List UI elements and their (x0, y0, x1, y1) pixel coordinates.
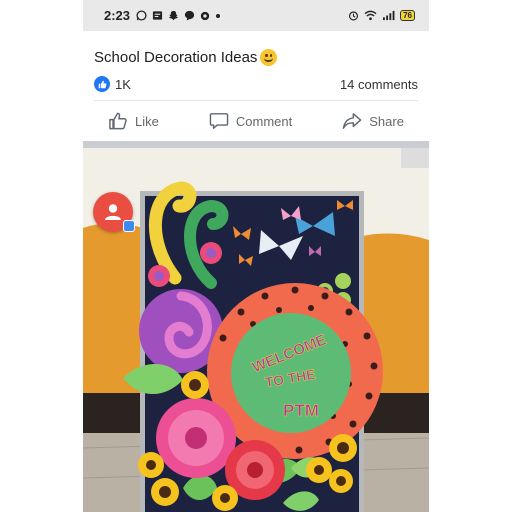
left-margin (0, 0, 83, 512)
like-label: Like (135, 113, 159, 129)
floating-account-avatar[interactable] (93, 192, 135, 232)
reaction-summary[interactable]: 1K (94, 76, 131, 92)
section-divider (83, 141, 429, 148)
comment-button[interactable]: Comment (209, 112, 292, 130)
user-icon (102, 201, 124, 223)
message-icon (152, 10, 163, 21)
app-icon (200, 11, 210, 21)
sign-line-3: PTM (283, 401, 319, 420)
like-count: 1K (115, 76, 131, 92)
thumbs-up-icon (108, 112, 128, 130)
post-actions: Like Comment Share (83, 101, 429, 141)
comment-count[interactable]: 14 comments (340, 77, 418, 92)
battery-icon: 76 (400, 10, 415, 21)
badge-icon (123, 220, 135, 232)
wifi-icon (364, 10, 377, 21)
post-title: School Decoration Ideas (94, 45, 418, 69)
share-label: Share (369, 113, 404, 129)
like-button[interactable]: Like (108, 112, 159, 130)
post-photo[interactable]: WELCOME TO THE PTM (83, 148, 429, 512)
messenger-icon (184, 10, 195, 21)
alarm-icon (348, 10, 359, 21)
whatsapp-icon (136, 10, 147, 21)
share-button[interactable]: Share (342, 112, 404, 130)
smiling-face-emoji-icon (260, 48, 278, 66)
right-margin (429, 0, 512, 512)
system-icons: 76 (348, 10, 415, 21)
decoration-photo-image: WELCOME TO THE PTM (83, 148, 429, 512)
signal-icon (382, 10, 395, 21)
notification-icons (136, 10, 348, 21)
post-header: School Decoration Ideas 1K 14 comments (83, 31, 429, 101)
like-reaction-icon (94, 76, 110, 92)
status-time: 2:23 (104, 8, 131, 23)
dot-icon (215, 13, 221, 19)
post-stats: 1K 14 comments (94, 76, 418, 101)
snapchat-icon (168, 10, 179, 21)
comment-label: Comment (235, 113, 293, 129)
status-bar: 2:23 76 (83, 0, 429, 31)
phone-screen: 2:23 76 School Decoration Ideas 1K 14 co… (83, 0, 429, 512)
share-icon (342, 112, 362, 130)
post-title-text: School Decoration Ideas (94, 48, 258, 66)
comment-icon (209, 112, 229, 130)
